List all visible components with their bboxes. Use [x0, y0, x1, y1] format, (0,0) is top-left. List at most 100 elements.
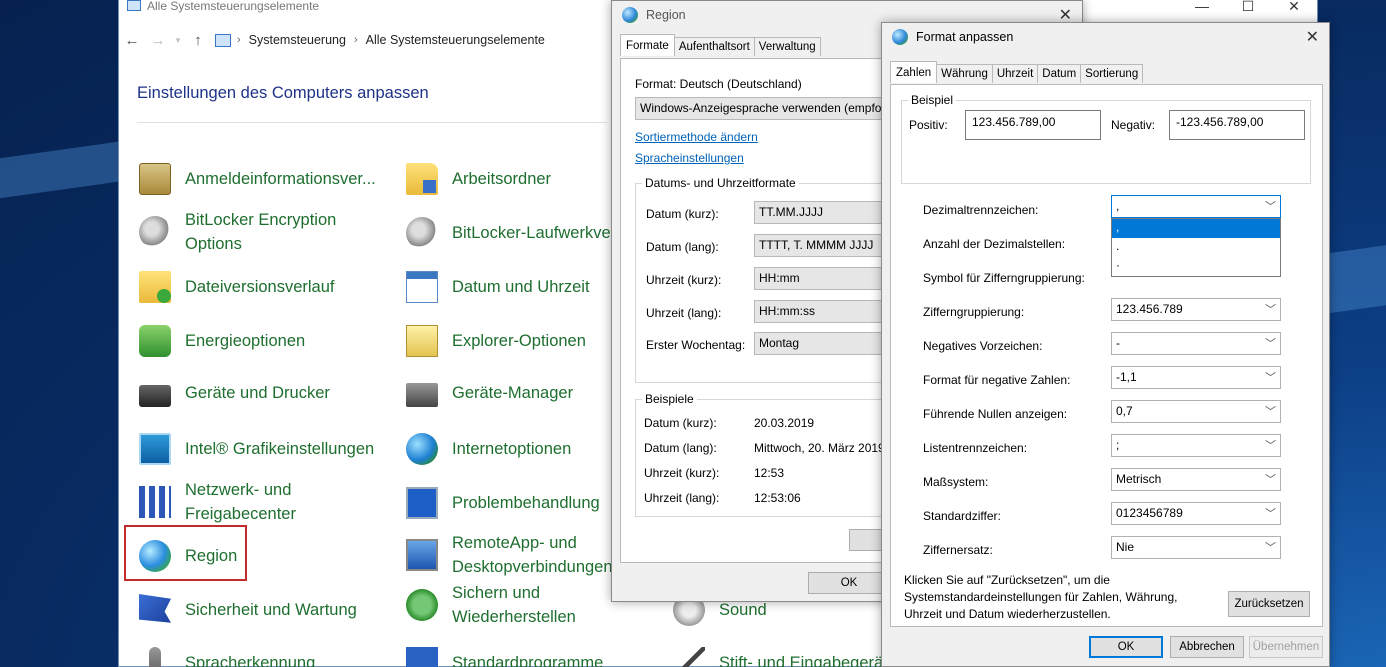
- negative-number-format-select[interactable]: -1,1 ﹀: [1111, 366, 1281, 389]
- tab-currency[interactable]: Währung: [936, 64, 993, 83]
- cp-item-power-options[interactable]: Energieoptionen: [139, 325, 305, 357]
- troubleshooting-icon: [406, 487, 438, 519]
- tab-numbers[interactable]: Zahlen: [890, 61, 938, 83]
- cp-item-security-maintenance[interactable]: Sicherheit und Wartung: [139, 594, 357, 626]
- chevron-down-icon[interactable]: ﹀: [1265, 539, 1276, 555]
- intel-graphics-icon: [139, 433, 171, 465]
- cp-item-intel-graphics[interactable]: Intel® Grafikeinstellungen: [139, 433, 374, 465]
- cp-item-label: Datum und Uhrzeit: [452, 278, 590, 296]
- region-ok-button[interactable]: OK: [808, 572, 890, 594]
- list-separator-select[interactable]: ; ﹀: [1111, 434, 1281, 457]
- negative-sign-label: Negatives Vorzeichen:: [923, 339, 1043, 353]
- cp-item-file-history[interactable]: Dateiversionsverlauf: [139, 271, 334, 303]
- negative-label: Negativ:: [1111, 118, 1156, 132]
- cp-item-remoteapp[interactable]: RemoteApp- und Desktopverbindungen: [406, 531, 613, 579]
- chevron-down-icon[interactable]: ﹀: [1265, 505, 1276, 521]
- cp-item-pen-input[interactable]: Stift- und Eingabegeräte: [673, 647, 897, 667]
- region-dialog-title: Region: [646, 8, 686, 22]
- format-globe-icon: [892, 29, 908, 45]
- format-cancel-button[interactable]: Abbrechen: [1170, 636, 1244, 658]
- chevron-down-icon[interactable]: ﹀: [1265, 403, 1276, 419]
- dropdown-option[interactable]: ·: [1112, 257, 1280, 276]
- close-button[interactable]: ✕: [1271, 0, 1317, 17]
- example-date-short-value: 20.03.2019: [754, 416, 815, 430]
- cp-item-label: Anmeldeinformationsver...: [185, 170, 376, 188]
- breadcrumb-separator-icon[interactable]: ›: [237, 34, 241, 46]
- negative-number-format-label: Format für negative Zahlen:: [923, 373, 1071, 387]
- cp-item-bitlocker-drive[interactable]: BitLocker-Laufwerkver: [406, 217, 616, 249]
- decimal-places-label: Anzahl der Dezimalstellen:: [923, 237, 1066, 251]
- chevron-down-icon[interactable]: ﹀: [1265, 437, 1276, 453]
- cp-item-date-time[interactable]: Datum und Uhrzeit: [406, 271, 590, 303]
- standard-digits-select[interactable]: 0123456789 ﹀: [1111, 502, 1281, 525]
- decimal-separator-select[interactable]: , ﹀: [1111, 195, 1281, 218]
- format-dialog-titlebar: Format anpassen: [892, 29, 1013, 45]
- cp-item-default-programs[interactable]: Standardprogramme: [406, 647, 603, 667]
- cp-item-credentials[interactable]: Anmeldeinformationsver...: [139, 163, 376, 195]
- cp-item-bitlocker-options[interactable]: BitLocker Encryption Options: [139, 208, 336, 256]
- cp-item-label: Explorer-Optionen: [452, 332, 586, 350]
- recent-chevron-icon[interactable]: ▾: [171, 35, 185, 46]
- tab-formats[interactable]: Formate: [620, 34, 675, 56]
- cp-item-devices-printers[interactable]: Geräte und Drucker: [139, 379, 330, 407]
- dropdown-option[interactable]: ,: [1112, 219, 1280, 238]
- measurement-system-select[interactable]: Metrisch ﹀: [1111, 468, 1281, 491]
- breadcrumb-separator-icon[interactable]: ›: [354, 34, 358, 46]
- cp-item-work-folders[interactable]: Arbeitsordner: [406, 163, 551, 195]
- cp-item-region[interactable]: Region: [139, 540, 237, 572]
- chevron-down-icon[interactable]: ﹀: [1265, 301, 1276, 317]
- tab-date[interactable]: Datum: [1037, 64, 1082, 83]
- cp-item-label-line2: Options: [185, 235, 242, 253]
- group-label: Beispiele: [642, 392, 697, 406]
- chevron-down-icon[interactable]: ﹀: [1265, 335, 1276, 351]
- language-settings-link[interactable]: Spracheinstellungen: [635, 151, 744, 165]
- maximize-button[interactable]: ☐: [1225, 0, 1271, 17]
- breadcrumb-all-items[interactable]: Alle Systemsteuerungselemente: [366, 33, 545, 47]
- chevron-down-icon[interactable]: ﹀: [1265, 198, 1276, 214]
- digit-grouping-select[interactable]: 123.456.789 ﹀: [1111, 298, 1281, 321]
- dropdown-option[interactable]: .: [1112, 238, 1280, 257]
- measurement-system-label: Maßsystem:: [923, 475, 989, 489]
- network-icon: [139, 486, 171, 518]
- date-short-label: Datum (kurz):: [646, 207, 719, 221]
- reset-button[interactable]: Zurücksetzen: [1228, 591, 1310, 617]
- tab-sorting[interactable]: Sortierung: [1080, 64, 1144, 83]
- cp-item-label: Region: [185, 547, 238, 565]
- cp-item-label-line2: Desktopverbindungen: [452, 558, 613, 576]
- tab-time[interactable]: Uhrzeit: [991, 64, 1039, 83]
- internet-options-icon: [406, 433, 438, 465]
- up-arrow-icon[interactable]: ↑: [185, 32, 211, 49]
- cp-item-internet-options[interactable]: Internetoptionen: [406, 433, 571, 465]
- negative-sign-select[interactable]: - ﹀: [1111, 332, 1281, 355]
- tab-administration[interactable]: Verwaltung: [753, 37, 821, 56]
- breadcrumb-systemsteuerung[interactable]: Systemsteuerung: [249, 33, 346, 47]
- forward-arrow-icon[interactable]: →: [145, 32, 171, 49]
- digit-substitution-value: Nie: [1116, 540, 1135, 554]
- cp-item-network-sharing[interactable]: Netzwerk- und Freigabecenter: [139, 478, 296, 526]
- cp-item-label: Intel® Grafikeinstellungen: [185, 440, 375, 458]
- explorer-options-icon: [406, 325, 438, 357]
- format-close-button[interactable]: ✕: [1306, 27, 1319, 47]
- negative-example-field: -123.456.789,00: [1169, 110, 1305, 140]
- sort-method-link[interactable]: Sortiermethode ändern: [635, 130, 758, 144]
- cp-item-explorer-options[interactable]: Explorer-Optionen: [406, 325, 586, 357]
- format-apply-button[interactable]: Übernehmen: [1249, 636, 1323, 658]
- divider: [137, 122, 607, 123]
- example-date-short-label: Datum (kurz):: [644, 416, 717, 430]
- cp-item-troubleshooting[interactable]: Problembehandlung: [406, 487, 600, 519]
- decimal-separator-dropdown[interactable]: , . ·: [1111, 218, 1281, 277]
- control-panel-title: Alle Systemsteuerungselemente: [147, 0, 320, 13]
- cp-item-device-manager[interactable]: Geräte-Manager: [406, 379, 573, 407]
- cp-item-backup-restore[interactable]: Sichern und Wiederherstellen: [406, 581, 576, 629]
- digit-substitution-select[interactable]: Nie ﹀: [1111, 536, 1281, 559]
- tab-location[interactable]: Aufenthaltsort: [673, 37, 755, 56]
- back-arrow-icon[interactable]: ←: [119, 32, 145, 49]
- format-ok-button[interactable]: OK: [1089, 636, 1163, 658]
- positive-example-field: 123.456.789,00: [965, 110, 1101, 140]
- leading-zeros-select[interactable]: 0,7 ﹀: [1111, 400, 1281, 423]
- chevron-down-icon[interactable]: ﹀: [1265, 369, 1276, 385]
- cp-item-speech-recognition[interactable]: Spracherkennung: [139, 647, 315, 667]
- minimize-button[interactable]: —: [1179, 0, 1225, 17]
- example-time-short-value: 12:53: [754, 466, 785, 480]
- chevron-down-icon[interactable]: ﹀: [1265, 471, 1276, 487]
